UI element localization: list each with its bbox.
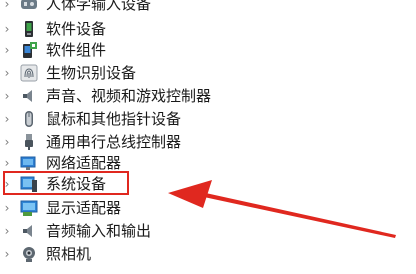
device-tree: › 人体学输入设备 › 软件设备 › 软件组件 › 生物识别设备 › 声音、视频…: [0, 0, 416, 274]
annotation-arrow-icon: [168, 180, 396, 238]
